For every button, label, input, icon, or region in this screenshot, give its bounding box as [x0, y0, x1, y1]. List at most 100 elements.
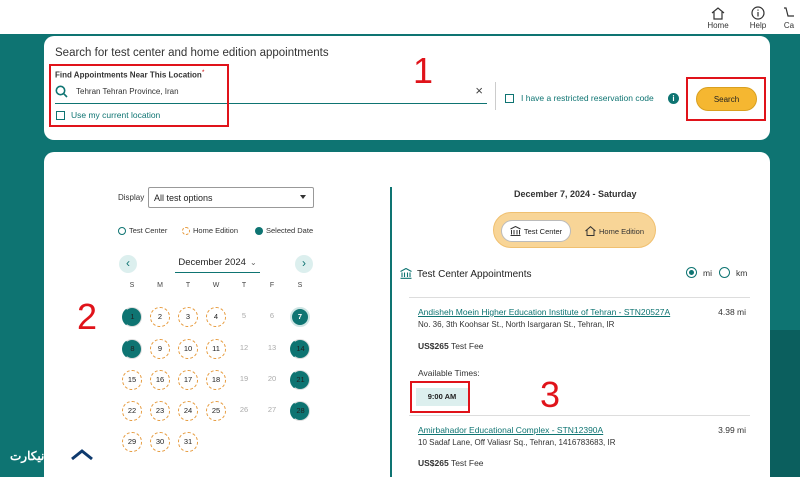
- unit-km-radio[interactable]: [719, 267, 730, 278]
- month-select[interactable]: December 2024 ⌄: [175, 257, 260, 273]
- calendar-day: 5: [241, 311, 247, 320]
- fee-amount: US$265: [418, 341, 449, 351]
- selected-date-dot-icon: [255, 226, 263, 235]
- calendar-day[interactable]: 9: [150, 339, 170, 359]
- nav-cart-label: Ca: [783, 21, 795, 30]
- info-icon: [751, 6, 765, 20]
- legend-test-center: Test Center: [118, 226, 167, 235]
- calendar-day-selected[interactable]: 7: [290, 307, 310, 327]
- calendar-day[interactable]: 29: [122, 432, 142, 452]
- fee-label: Test Fee: [450, 341, 484, 351]
- calendar-day[interactable]: 22: [122, 401, 142, 421]
- calendar-day: 26: [239, 405, 249, 414]
- restricted-code-checkbox[interactable]: [505, 94, 514, 103]
- unit-mi-label: mi: [703, 268, 712, 278]
- calendar-day[interactable]: 11: [206, 339, 226, 359]
- calendar-day[interactable]: 4: [206, 307, 226, 327]
- center-distance: 3.99 mi: [718, 425, 746, 435]
- weekday-label: S: [297, 282, 303, 289]
- calendar-day[interactable]: 1: [122, 307, 142, 327]
- calendar-day[interactable]: 8: [122, 339, 142, 359]
- weekday-label: F: [269, 282, 275, 289]
- nav-home-label: Home: [707, 21, 729, 30]
- nav-help-label: Help: [749, 21, 767, 30]
- building-icon: [400, 268, 412, 279]
- home-edition-dot-icon: [182, 226, 190, 235]
- test-fee: US$265 Test Fee: [418, 341, 484, 351]
- legend-selected-date: Selected Date: [255, 226, 313, 235]
- cart-icon: [784, 7, 794, 17]
- chevron-down-icon: ⌄: [249, 258, 257, 267]
- month-label: December 2024: [178, 257, 246, 268]
- chevron-down-icon: [300, 195, 306, 199]
- appointments-card: Display All test options Test Center Hom…: [44, 152, 770, 477]
- selected-date-heading: December 7, 2024 - Saturday: [514, 189, 637, 199]
- appointment-type-toggle: Test Center Home Edition: [493, 212, 656, 248]
- legend-home-edition: Home Edition: [182, 226, 238, 235]
- display-select[interactable]: All test options: [148, 187, 314, 208]
- toggle-test-center[interactable]: Test Center: [501, 220, 571, 242]
- calendar-day[interactable]: 21: [290, 370, 310, 390]
- center-address: No. 36, 3th Koohsar St., North Isargaran…: [418, 320, 615, 329]
- calendar-day[interactable]: 23: [150, 401, 170, 421]
- calendar-day[interactable]: 25: [206, 401, 226, 421]
- clear-icon[interactable]: ×: [475, 83, 483, 98]
- row-divider: [409, 297, 750, 298]
- info-icon[interactable]: i: [668, 93, 679, 104]
- test-center-dot-icon: [118, 226, 126, 235]
- calendar-day[interactable]: 31: [178, 432, 198, 452]
- unit-km-label: km: [736, 268, 748, 278]
- calendar-day[interactable]: 17: [178, 370, 198, 390]
- prev-month-button[interactable]: ‹: [119, 255, 137, 273]
- calendar-day: 19: [239, 374, 249, 383]
- divider: [495, 82, 496, 110]
- calendar-day[interactable]: 18: [206, 370, 226, 390]
- annotation-number: 3: [540, 374, 561, 415]
- weekday-label: M: [157, 282, 163, 289]
- calendar-day: 27: [267, 405, 277, 414]
- annotation-number: 1: [413, 50, 434, 91]
- center-distance: 4.38 mi: [718, 307, 746, 317]
- display-select-value: All test options: [154, 193, 213, 203]
- nav-help[interactable]: Help: [738, 0, 778, 30]
- nav-home[interactable]: Home: [698, 0, 738, 30]
- toggle-home-edition[interactable]: Home Edition: [577, 220, 652, 242]
- calendar-day[interactable]: 30: [150, 432, 170, 452]
- calendar-day: 12: [239, 343, 249, 352]
- test-fee: US$265 Test Fee: [418, 458, 484, 468]
- legend-home-edition-label: Home Edition: [193, 226, 239, 235]
- home-icon: [711, 7, 725, 20]
- fee-label: Test Fee: [450, 458, 484, 468]
- column-divider: [390, 187, 392, 477]
- weekday-label: S: [129, 282, 135, 289]
- calendar-day[interactable]: 15: [122, 370, 142, 390]
- calendar-day[interactable]: 2: [150, 307, 170, 327]
- calendar-day[interactable]: 24: [178, 401, 198, 421]
- unit-mi-radio[interactable]: [686, 267, 697, 278]
- calendar-day[interactable]: 3: [178, 307, 198, 327]
- toggle-home-edition-label: Home Edition: [598, 226, 645, 236]
- building-icon: [510, 226, 521, 236]
- weekday-label: T: [241, 282, 247, 289]
- calendar-day[interactable]: 16: [150, 370, 170, 390]
- restricted-code-label[interactable]: I have a restricted reservation code: [521, 93, 654, 103]
- annotation-box-time: [410, 381, 470, 413]
- home-icon: [585, 226, 596, 236]
- center-name-link[interactable]: Andisheh Moein Higher Education Institut…: [418, 307, 670, 317]
- center-name-link[interactable]: Amirbahador Educational Complex - STN123…: [418, 425, 603, 435]
- calendar-day[interactable]: 28: [290, 401, 310, 421]
- weekday-label: W: [212, 282, 220, 289]
- top-nav: Home Help Ca: [698, 0, 800, 30]
- watermark-logo: ایرانیکارت: [10, 444, 100, 468]
- legend-test-center-label: Test Center: [129, 226, 168, 235]
- calendar-day[interactable]: 14: [290, 339, 310, 359]
- toggle-test-center-label: Test Center: [523, 226, 563, 236]
- display-label: Display: [118, 193, 145, 202]
- nav-cart[interactable]: Ca: [778, 0, 800, 30]
- calendar-day[interactable]: 10: [178, 339, 198, 359]
- calendar-day: 20: [267, 374, 277, 383]
- annotation-box-location: [49, 64, 229, 127]
- calendar-day: 6: [269, 311, 275, 320]
- next-month-button[interactable]: ›: [295, 255, 313, 273]
- weekday-label: T: [185, 282, 191, 289]
